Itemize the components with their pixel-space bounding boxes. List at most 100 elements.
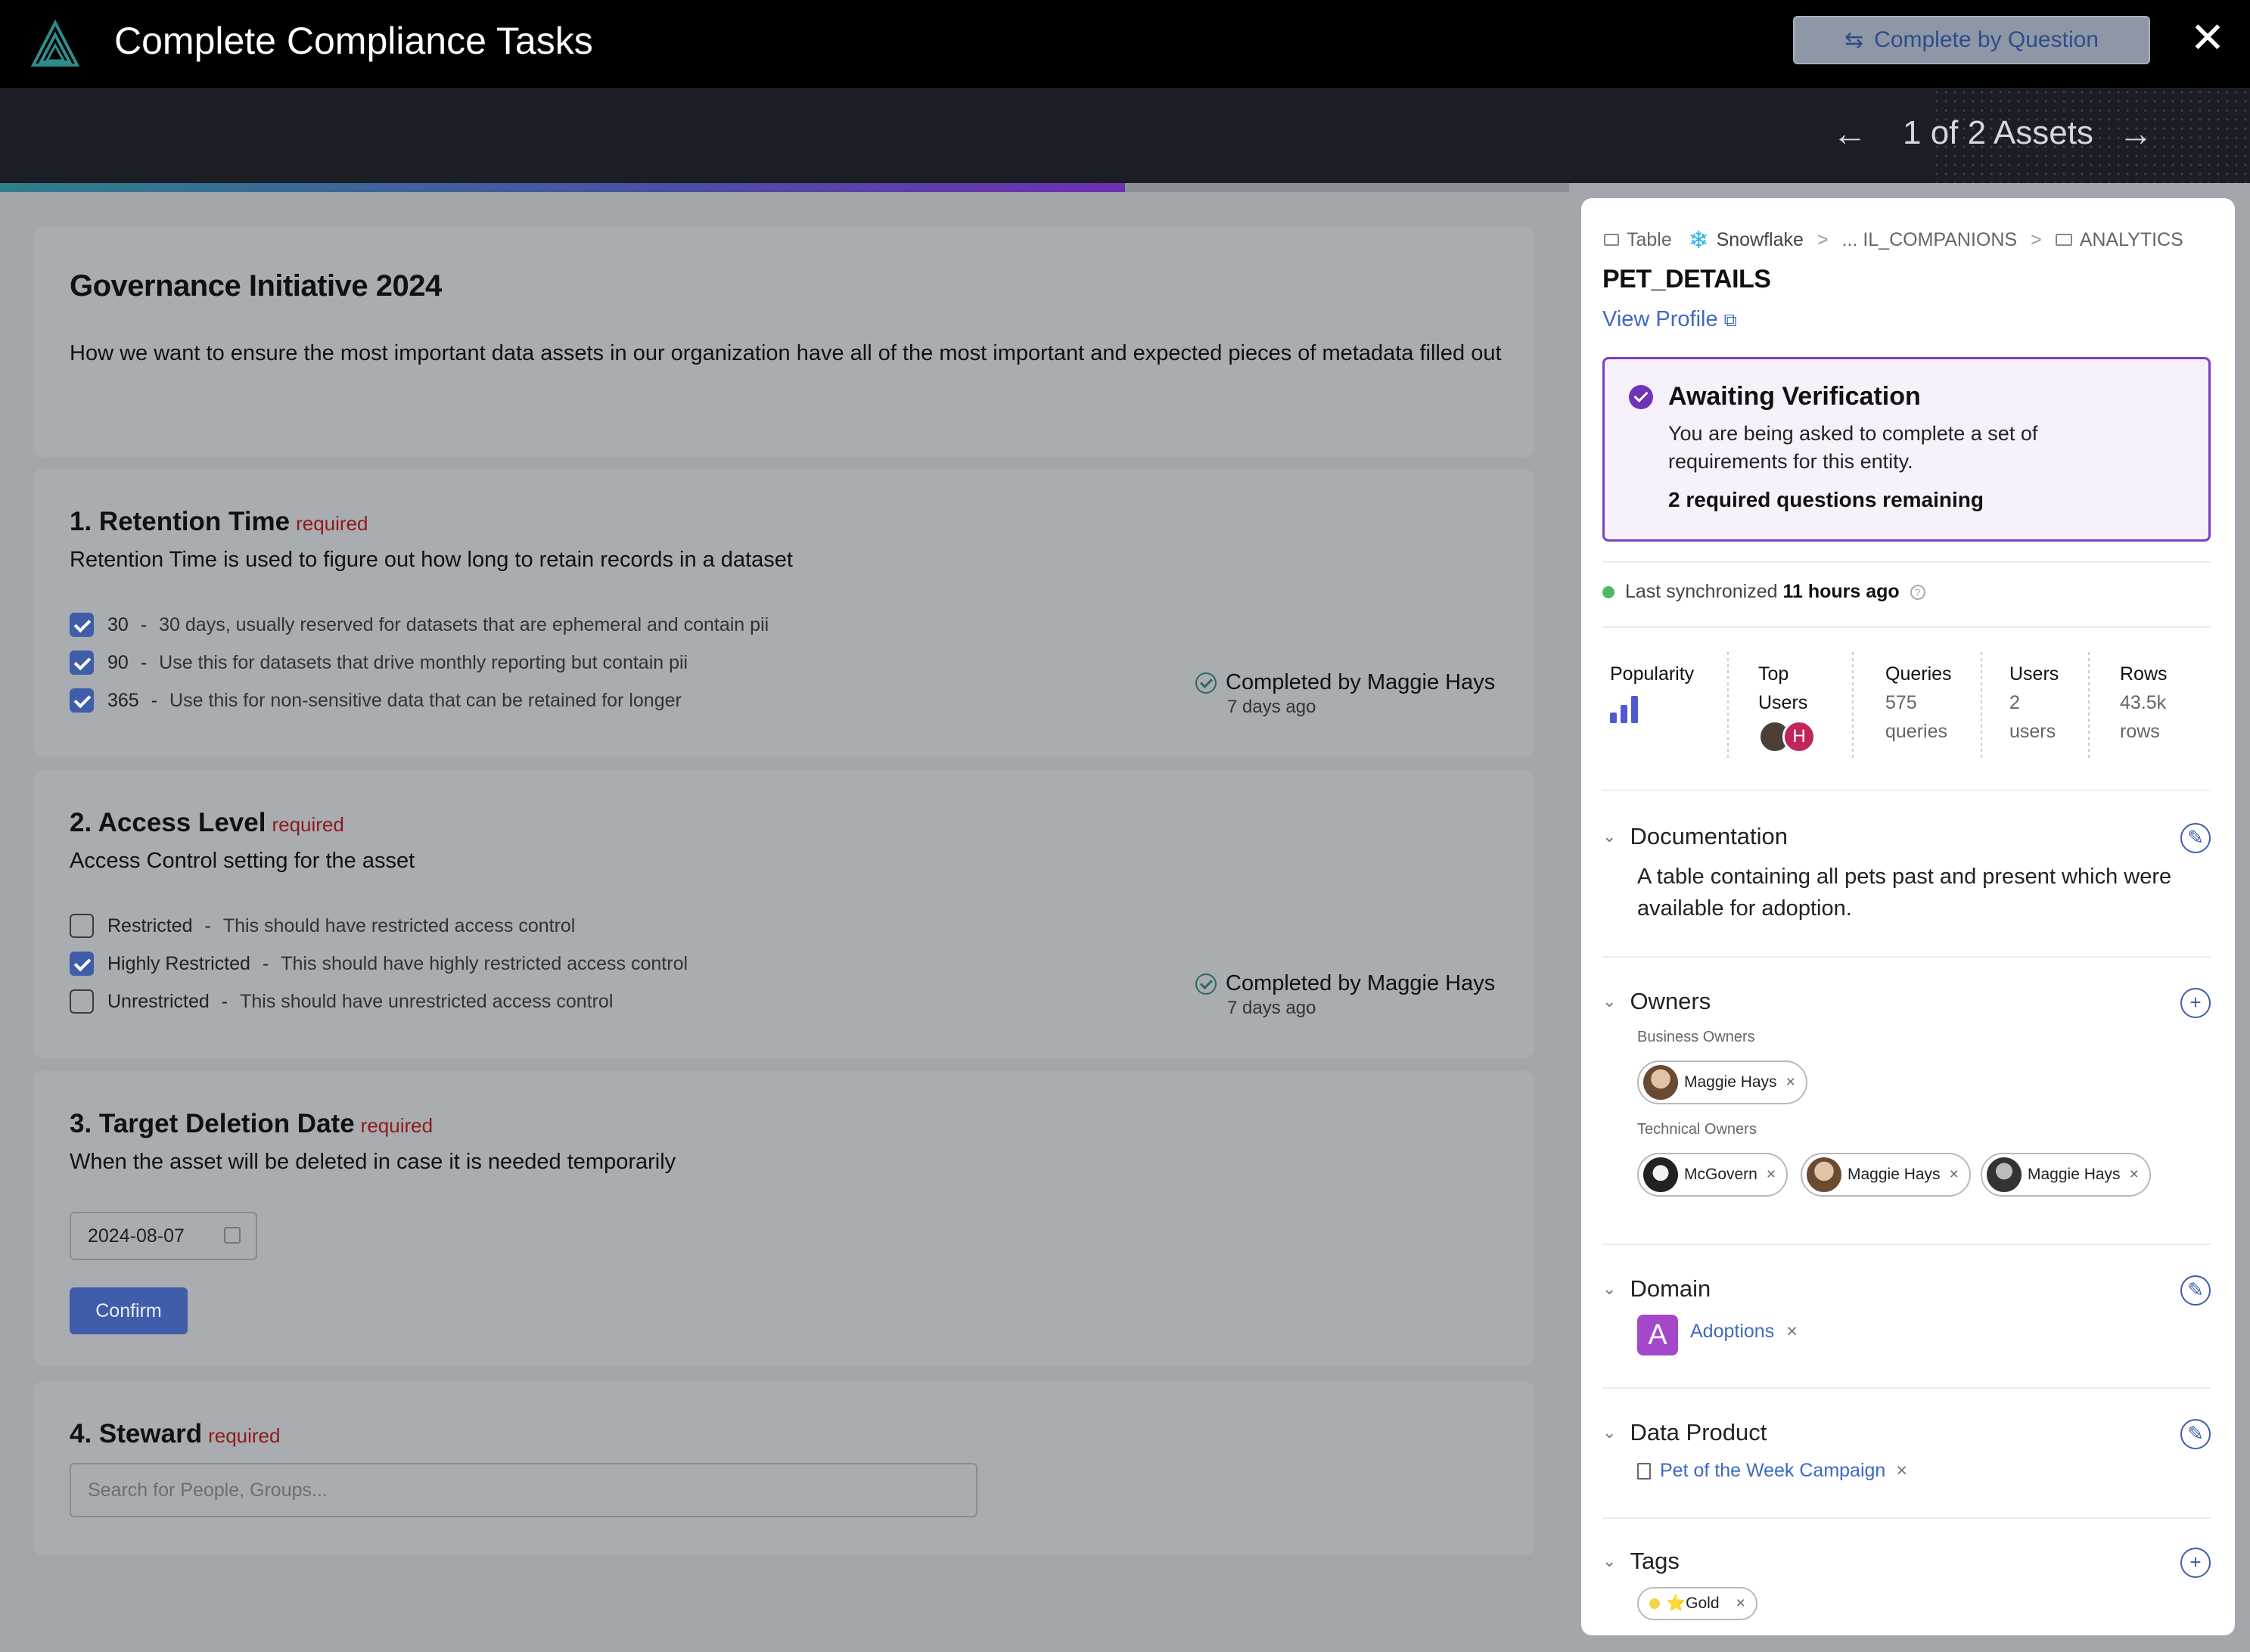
section-header[interactable]: ⌄ Domain — [1602, 1275, 1711, 1303]
add-tag-button[interactable]: + — [2180, 1548, 2211, 1578]
stat-unit: users — [2009, 721, 2056, 742]
breadcrumb: Table ❄ Snowflake > ... IL_COMPANIONS > … — [1604, 225, 2183, 254]
breadcrumb-separator: > — [2031, 228, 2042, 250]
initiative-card: Governance Initiative 2024 How we want t… — [33, 227, 1534, 457]
stat-queries: Queries 575 queries — [1885, 660, 1952, 746]
owner-pill[interactable]: McGovern × — [1637, 1153, 1789, 1197]
option-value: 365 — [107, 689, 139, 711]
completed-ago: 7 days ago — [1227, 998, 1316, 1018]
option-row[interactable]: Highly Restricted - This should have highl… — [70, 952, 688, 976]
owner-name: Maggie Hays — [1684, 1073, 1777, 1091]
view-profile-link[interactable]: View Profile ⧉ — [1602, 307, 1737, 332]
owner-avatar — [1643, 1065, 1678, 1100]
owner-pill[interactable]: Maggie Hays × — [1801, 1153, 1971, 1197]
help-icon[interactable]: ? — [1910, 584, 1925, 600]
stat-divider — [1727, 652, 1729, 758]
data-product-name[interactable]: Pet of the Week Campaign — [1660, 1460, 1885, 1482]
calendar-icon[interactable] — [224, 1227, 241, 1244]
breadcrumb-platform[interactable]: Snowflake — [1717, 229, 1804, 251]
external-link-icon: ⧉ — [1723, 310, 1737, 331]
stat-divider — [2088, 652, 2090, 758]
remove-icon[interactable]: × — [1950, 1166, 1959, 1184]
stat-popularity: Popularity — [1610, 660, 1694, 723]
remove-icon[interactable]: × — [1786, 1073, 1795, 1092]
option-value: Unrestricted — [107, 990, 210, 1012]
option-row[interactable]: 90- Use this for datasets that drive mont… — [70, 651, 688, 675]
owner-avatar — [1643, 1157, 1678, 1192]
checkbox[interactable] — [70, 651, 94, 675]
section-title: Data Product — [1630, 1419, 1767, 1446]
required-label: required — [272, 813, 344, 836]
tag-name: ⭐Gold — [1666, 1595, 1720, 1612]
remove-icon[interactable]: × — [2130, 1166, 2139, 1184]
section-header[interactable]: ⌄ Tags — [1602, 1548, 1680, 1575]
domain-name[interactable]: Adoptions — [1690, 1321, 1774, 1342]
question-title-text: 4. Steward — [70, 1419, 203, 1449]
remove-icon[interactable]: × — [1736, 1595, 1745, 1613]
section-header[interactable]: ⌄ Data Product — [1602, 1419, 1767, 1446]
owner-pill[interactable]: Maggie Hays × — [1637, 1060, 1807, 1104]
remove-icon[interactable]: × — [1896, 1460, 1907, 1482]
section-header[interactable]: ⌄ Owners — [1602, 988, 1711, 1015]
checkbox[interactable] — [70, 688, 94, 713]
edit-documentation-button[interactable]: ✎ — [2180, 823, 2211, 853]
confirm-button[interactable]: Confirm — [70, 1287, 188, 1334]
tag-chip[interactable]: ⭐Gold × — [1637, 1587, 1757, 1620]
folder-icon — [2055, 234, 2072, 246]
data-product-section: ⌄ Data Product ✎ Pet of the Week Campaign… — [1602, 1419, 2211, 1510]
question-title: 4. Steward required — [70, 1419, 280, 1449]
remove-icon[interactable]: × — [1786, 1321, 1798, 1342]
stat-label: Popularity — [1610, 663, 1695, 685]
user-avatar[interactable]: H — [1782, 720, 1816, 753]
view-profile-label: View Profile — [1602, 307, 1718, 331]
completed-status: Completed by Maggie Hays 7 days ago — [1195, 670, 1495, 718]
stat-value: 43.5k — [2120, 692, 2167, 713]
option-row[interactable]: Restricted - This should have restricted a… — [70, 914, 575, 938]
breadcrumb-path[interactable]: ... IL_COMPANIONS — [1842, 229, 2018, 251]
option-row[interactable]: 30-30 days, usually reserved for dataset… — [70, 613, 769, 637]
completed-status: Completed by Maggie Hays 7 days ago — [1195, 971, 1495, 1019]
section-title: Owners — [1630, 988, 1711, 1014]
option-row[interactable]: Unrestricted - This should have unrestrict… — [70, 989, 613, 1014]
owner-pill[interactable]: Maggie Hays × — [1981, 1153, 2151, 1197]
checkbox[interactable] — [70, 914, 94, 938]
entity-side-panel: Table ❄ Snowflake > ... IL_COMPANIONS > … — [1581, 198, 2235, 1635]
next-asset-arrow-icon[interactable]: → — [2118, 110, 2153, 156]
chevron-down-icon[interactable]: ⌄ — [1602, 1551, 1616, 1571]
chevron-down-icon[interactable]: ⌄ — [1602, 1279, 1616, 1299]
chevron-down-icon[interactable]: ⌄ — [1602, 1423, 1616, 1442]
stat-value: 575 — [1885, 692, 1917, 713]
steward-search-input[interactable]: Search for People, Groups... — [70, 1463, 977, 1517]
breadcrumb-path[interactable]: ANALYTICS — [2080, 229, 2183, 251]
section-title: Documentation — [1630, 823, 1788, 849]
edit-domain-button[interactable]: ✎ — [2180, 1275, 2211, 1306]
option-value: 30 — [107, 613, 129, 635]
chevron-down-icon[interactable]: ⌄ — [1602, 827, 1616, 846]
sync-status: Last synchronized 11 hours ago ? — [1602, 581, 1925, 603]
prev-asset-arrow-icon[interactable]: ← — [1832, 110, 1867, 156]
data-product-chip[interactable]: Pet of the Week Campaign × — [1637, 1460, 1907, 1482]
business-owners-label: Business Owners — [1637, 1029, 1755, 1045]
page-title: Complete Compliance Tasks — [114, 20, 593, 62]
remove-icon[interactable]: × — [1767, 1166, 1776, 1184]
owners-section: ⌄ Owners + Business Owners Maggie Hays × … — [1602, 988, 2211, 1245]
question-description: Retention Time is used to figure out how… — [70, 548, 793, 572]
divider — [1602, 956, 2211, 958]
table-icon — [1604, 234, 1619, 246]
option-description: This should have restricted access contr… — [222, 914, 576, 936]
close-icon[interactable]: ✕ — [2185, 17, 2230, 62]
add-owner-button[interactable]: + — [2180, 988, 2211, 1018]
edit-data-product-button[interactable]: ✎ — [2180, 1419, 2211, 1449]
checkbox[interactable] — [70, 613, 94, 637]
checkbox[interactable] — [70, 952, 94, 976]
popularity-bar — [1610, 713, 1617, 723]
section-header[interactable]: ⌄ Documentation — [1602, 823, 1788, 850]
date-input[interactable]: 2024-08-07 — [70, 1212, 257, 1260]
chevron-down-icon[interactable]: ⌄ — [1602, 992, 1616, 1011]
checkbox[interactable] — [70, 989, 94, 1014]
question-card-deletion-date: 3. Target Deletion Date required When the… — [33, 1071, 1534, 1366]
option-row[interactable]: 365- Use this for non-sensitive data that… — [70, 688, 682, 713]
complete-by-question-button[interactable]: ⇆ Complete by Question — [1793, 16, 2150, 64]
domain-chip[interactable]: Adoptions × — [1690, 1321, 1798, 1343]
question-title: 3. Target Deletion Date required — [70, 1109, 433, 1139]
